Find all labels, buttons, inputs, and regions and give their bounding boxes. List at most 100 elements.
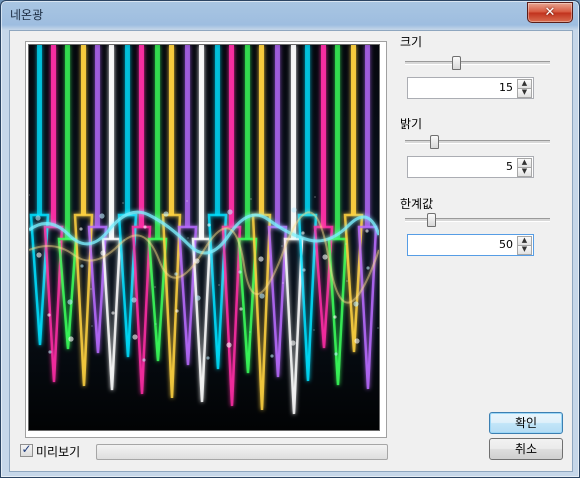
neon-pencil-body	[365, 45, 370, 227]
sparkle	[227, 209, 233, 215]
sparkle	[290, 340, 296, 346]
threshold-spin-down-button[interactable]: ▼	[517, 245, 532, 255]
sparkle	[259, 293, 265, 299]
preview-image	[28, 44, 380, 431]
checkmark-icon: ✓	[21, 442, 32, 456]
brightness-spinbox[interactable]: 5 ▲ ▼	[407, 156, 534, 178]
sparkle	[175, 309, 179, 313]
threshold-value: 50	[499, 238, 513, 251]
brightness-spin-down-button[interactable]: ▼	[517, 167, 532, 177]
sparkle	[206, 356, 210, 360]
size-spin-down-button[interactable]: ▼	[517, 88, 532, 98]
neon-pencil-body	[305, 45, 310, 215]
size-spinbox[interactable]: 15 ▲ ▼	[407, 77, 534, 99]
sparkle	[36, 252, 42, 258]
neon-pencil-body	[185, 45, 190, 227]
window-title: 네온광	[10, 8, 44, 22]
sparkle	[366, 266, 370, 270]
sparkle	[90, 288, 92, 290]
sparkle	[313, 329, 315, 331]
threshold-slider-thumb[interactable]	[427, 213, 437, 227]
neon-pencil-body	[335, 45, 340, 239]
sparkle	[365, 229, 369, 233]
sparkle	[238, 270, 242, 274]
threshold-label: 한계값	[400, 197, 434, 211]
sparkle	[207, 223, 211, 227]
ok-button[interactable]: 확인	[489, 412, 563, 434]
close-icon: ✕	[544, 5, 556, 20]
neon-pencil-body	[229, 45, 234, 227]
neon-pencil-body	[215, 45, 220, 215]
brightness-slider-track[interactable]	[405, 140, 550, 144]
sparkle	[100, 250, 106, 256]
sparkle	[174, 272, 178, 276]
sparkle	[239, 307, 243, 311]
sparkle	[79, 227, 83, 231]
sparkle	[249, 331, 251, 333]
sparkle	[195, 295, 201, 301]
sparkle	[345, 243, 347, 245]
neon-pencil-body	[109, 45, 114, 239]
sparkle	[122, 202, 124, 204]
arrow-down-icon: ▼	[521, 167, 528, 175]
size-slider-thumb[interactable]	[451, 56, 461, 70]
cancel-button[interactable]: 취소	[489, 438, 563, 460]
dialog-client-area: ✓ 미리보기 크기 15 ▲ ▼ 밝기 5 ▲ ▼ 한계값 50 ▲ ▼ 확인 …	[9, 30, 573, 472]
sparkle	[258, 256, 264, 262]
neon-pencil-body	[65, 45, 70, 239]
sparkle	[218, 284, 220, 286]
sparkle	[281, 245, 283, 247]
size-value: 15	[499, 81, 513, 94]
neon-pencil-body	[169, 45, 174, 215]
arrow-down-icon: ▼	[521, 245, 528, 253]
sparkle	[194, 258, 200, 264]
neon-pencil-body	[199, 45, 204, 239]
sparkle	[226, 342, 232, 348]
sparkle	[354, 338, 360, 344]
neon-pencil-body	[155, 45, 160, 239]
preview-label: 미리보기	[36, 445, 81, 459]
sparkle	[163, 211, 169, 217]
neon-pencil-body	[51, 45, 56, 227]
sparkle	[346, 280, 348, 282]
sparkle	[270, 354, 274, 358]
threshold-spinbox[interactable]: 50 ▲ ▼	[407, 234, 534, 256]
neon-pencil-body	[139, 45, 144, 227]
neon-pencil-body	[81, 45, 86, 215]
sparkle	[123, 239, 125, 241]
brightness-slider-thumb[interactable]	[430, 135, 439, 149]
sparkle	[132, 334, 138, 340]
sparkle	[187, 237, 189, 239]
sparkle	[377, 327, 379, 329]
preview-frame	[25, 41, 387, 438]
sparkle	[353, 301, 359, 307]
sparkle	[131, 297, 137, 303]
sparkle	[59, 241, 61, 243]
sparkle	[155, 323, 157, 325]
progress-bar	[96, 444, 388, 460]
sparkle	[143, 225, 147, 229]
sparkle	[67, 299, 73, 305]
brightness-label: 밝기	[400, 117, 423, 131]
neon-pencil-body	[351, 45, 356, 215]
size-label: 크기	[400, 35, 423, 49]
neon-pencil-body	[321, 45, 326, 227]
neon-pencil-body	[95, 45, 100, 227]
sparkle	[282, 282, 284, 284]
sparkle	[333, 315, 337, 319]
sparkle	[302, 268, 306, 272]
title-bar[interactable]: 네온광 ✕	[1, 1, 579, 27]
sparkle	[47, 313, 51, 317]
neon-pencil-body	[259, 45, 264, 215]
size-slider-track[interactable]	[405, 61, 550, 65]
close-button[interactable]: ✕	[527, 2, 573, 23]
neon-pencil-body	[37, 45, 42, 215]
sparkle	[334, 352, 338, 356]
brightness-value: 5	[506, 160, 513, 173]
neon-pencil-body	[125, 45, 130, 215]
sparkle	[99, 213, 105, 219]
sparkle	[35, 215, 41, 221]
sparkle	[154, 286, 156, 288]
sparkle	[314, 196, 316, 198]
preview-checkbox[interactable]: ✓	[20, 442, 33, 457]
